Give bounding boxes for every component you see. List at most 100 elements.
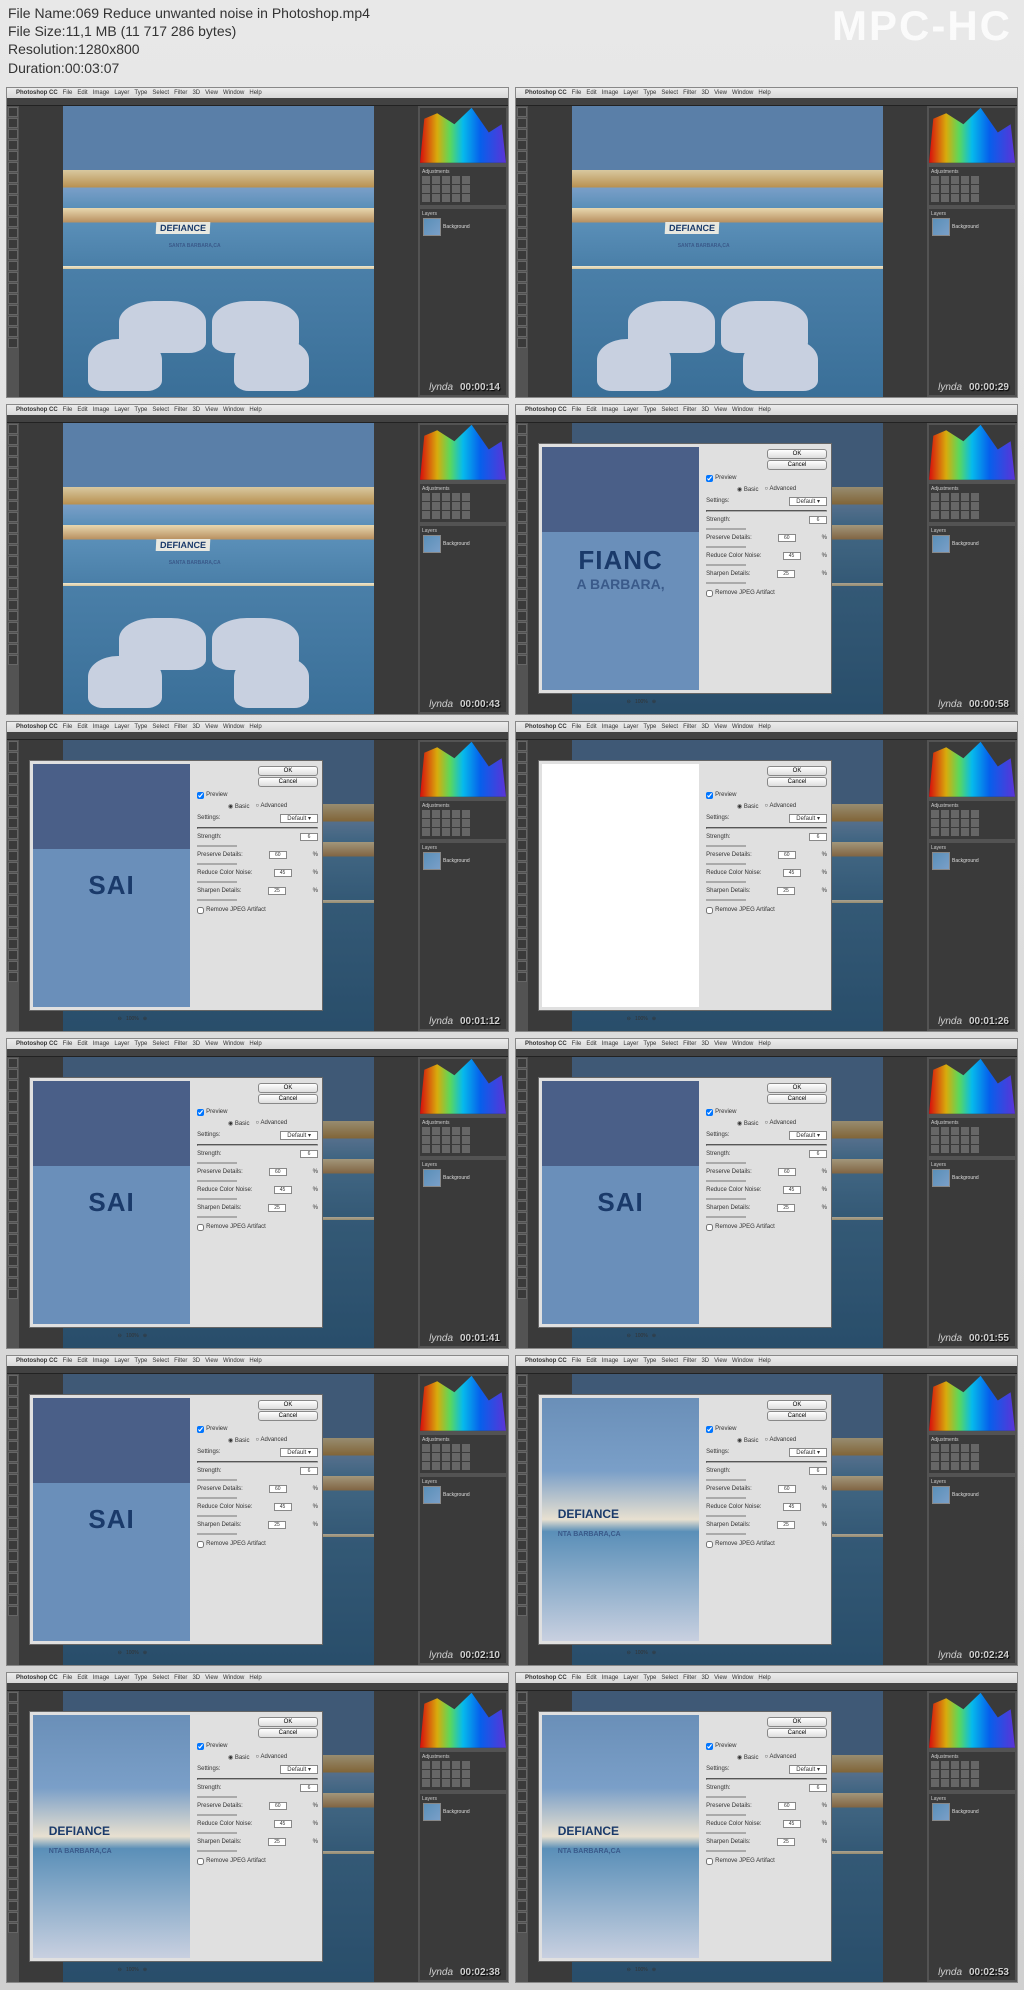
preserve-slider[interactable] xyxy=(706,1180,746,1182)
tool-button[interactable] xyxy=(8,479,18,489)
tool-button[interactable] xyxy=(8,206,18,216)
tool-button[interactable] xyxy=(8,468,18,478)
menu-item[interactable]: Image xyxy=(602,407,619,413)
tool-button[interactable] xyxy=(517,1102,527,1112)
preview-checkbox[interactable] xyxy=(706,1426,713,1433)
menu-item[interactable]: Help xyxy=(758,1358,770,1364)
sharpen-input[interactable]: 25 xyxy=(268,1838,286,1846)
tool-button[interactable] xyxy=(517,578,527,588)
zoom-controls[interactable]: ⊖ 100% ⊕ xyxy=(118,1016,148,1022)
tool-button[interactable] xyxy=(8,1408,18,1418)
tool-button[interactable] xyxy=(8,939,18,949)
tool-button[interactable] xyxy=(517,655,527,665)
menu-item[interactable]: View xyxy=(205,1041,218,1047)
advanced-radio[interactable]: ○ Advanced xyxy=(765,1754,797,1760)
menu-item[interactable]: File xyxy=(63,724,73,730)
layer-row[interactable]: Background xyxy=(931,851,1013,871)
tool-button[interactable] xyxy=(8,807,18,817)
tool-button[interactable] xyxy=(8,1846,18,1856)
tool-button[interactable] xyxy=(517,523,527,533)
tool-button[interactable] xyxy=(517,283,527,293)
jpeg-checkbox[interactable] xyxy=(706,907,713,914)
zoom-controls[interactable]: ⊖ 100% ⊕ xyxy=(627,1967,657,1973)
menu-item[interactable]: Select xyxy=(661,407,678,413)
sharpen-input[interactable]: 25 xyxy=(777,1838,795,1846)
tool-button[interactable] xyxy=(8,1212,18,1222)
preserve-input[interactable]: 60 xyxy=(778,534,796,542)
tool-button[interactable] xyxy=(8,873,18,883)
strength-slider[interactable] xyxy=(197,1796,237,1798)
settings-dropdown[interactable]: Default ▾ xyxy=(789,1765,827,1774)
settings-dropdown[interactable]: Default ▾ xyxy=(789,1131,827,1140)
tool-button[interactable] xyxy=(8,752,18,762)
zoom-controls[interactable]: ⊖ 100% ⊕ xyxy=(627,1650,657,1656)
reduce-color-slider[interactable] xyxy=(197,1832,237,1834)
reduce-color-slider[interactable] xyxy=(706,1198,746,1200)
tool-button[interactable] xyxy=(517,1879,527,1889)
tool-button[interactable] xyxy=(517,479,527,489)
tool-button[interactable] xyxy=(517,785,527,795)
menu-item[interactable]: Layer xyxy=(623,1041,638,1047)
jpeg-checkbox[interactable] xyxy=(706,1224,713,1231)
tool-button[interactable] xyxy=(8,1901,18,1911)
menu-item[interactable]: Window xyxy=(223,1041,244,1047)
tool-button[interactable] xyxy=(8,1113,18,1123)
tool-button[interactable] xyxy=(517,1452,527,1462)
tool-button[interactable] xyxy=(517,1245,527,1255)
sharpen-input[interactable]: 25 xyxy=(268,887,286,895)
tool-button[interactable] xyxy=(517,1408,527,1418)
canvas-area[interactable]: DEFIANCE NTA BARBARA,CA OK Cancel Previe… xyxy=(19,1691,418,1982)
preserve-slider[interactable] xyxy=(197,1180,237,1182)
tool-button[interactable] xyxy=(517,446,527,456)
menu-item[interactable]: Edit xyxy=(586,407,596,413)
menu-item[interactable]: Help xyxy=(249,1041,261,1047)
tool-button[interactable] xyxy=(517,1507,527,1517)
tool-button[interactable] xyxy=(517,512,527,522)
menu-item[interactable]: Layer xyxy=(114,724,129,730)
strength-input[interactable]: 6 xyxy=(300,833,318,841)
tool-button[interactable] xyxy=(8,1190,18,1200)
menu-item[interactable]: Select xyxy=(152,1675,169,1681)
menu-item[interactable]: Help xyxy=(249,90,261,96)
jpeg-checkbox[interactable] xyxy=(197,1224,204,1231)
tool-button[interactable] xyxy=(8,1419,18,1429)
tool-button[interactable] xyxy=(517,1835,527,1845)
menu-item[interactable]: Window xyxy=(732,724,753,730)
cancel-button[interactable]: Cancel xyxy=(258,1728,318,1738)
tool-button[interactable] xyxy=(8,327,18,337)
tool-button[interactable] xyxy=(517,118,527,128)
menu-item[interactable]: View xyxy=(205,90,218,96)
tool-button[interactable] xyxy=(8,818,18,828)
reduce-color-slider[interactable] xyxy=(197,1515,237,1517)
tool-button[interactable] xyxy=(8,545,18,555)
menu-item[interactable]: Window xyxy=(732,90,753,96)
tool-button[interactable] xyxy=(8,1397,18,1407)
tool-button[interactable] xyxy=(517,633,527,643)
sharpen-input[interactable]: 25 xyxy=(268,1521,286,1529)
menu-item[interactable]: Help xyxy=(249,407,261,413)
tool-button[interactable] xyxy=(517,1769,527,1779)
tool-button[interactable] xyxy=(517,829,527,839)
basic-radio[interactable]: ◉ Basic xyxy=(228,1120,250,1127)
menu-item[interactable]: 3D xyxy=(701,1675,709,1681)
tool-button[interactable] xyxy=(517,1256,527,1266)
layer-row[interactable]: Background xyxy=(422,217,504,237)
menu-item[interactable]: Image xyxy=(93,90,110,96)
tool-button[interactable] xyxy=(517,873,527,883)
tool-button[interactable] xyxy=(517,162,527,172)
dialog-preview[interactable]: DEFIANCE NTA BARBARA,CA xyxy=(33,1715,190,1958)
tool-button[interactable] xyxy=(8,928,18,938)
zoom-controls[interactable]: ⊖ 100% ⊕ xyxy=(118,1333,148,1339)
preview-checkbox[interactable] xyxy=(197,1743,204,1750)
menu-item[interactable]: View xyxy=(714,1675,727,1681)
tool-button[interactable] xyxy=(517,1868,527,1878)
strength-slider[interactable] xyxy=(706,1479,746,1481)
tool-button[interactable] xyxy=(8,1584,18,1594)
tool-button[interactable] xyxy=(517,1692,527,1702)
tool-button[interactable] xyxy=(8,1791,18,1801)
advanced-radio[interactable]: ○ Advanced xyxy=(765,486,797,492)
canvas-area[interactable]: DEFIANCE NTA BARBARA,CA OK Cancel Previe… xyxy=(528,1691,927,1982)
reduce-color-input[interactable]: 45 xyxy=(274,869,292,877)
menu-item[interactable]: View xyxy=(714,407,727,413)
tool-button[interactable] xyxy=(517,1157,527,1167)
